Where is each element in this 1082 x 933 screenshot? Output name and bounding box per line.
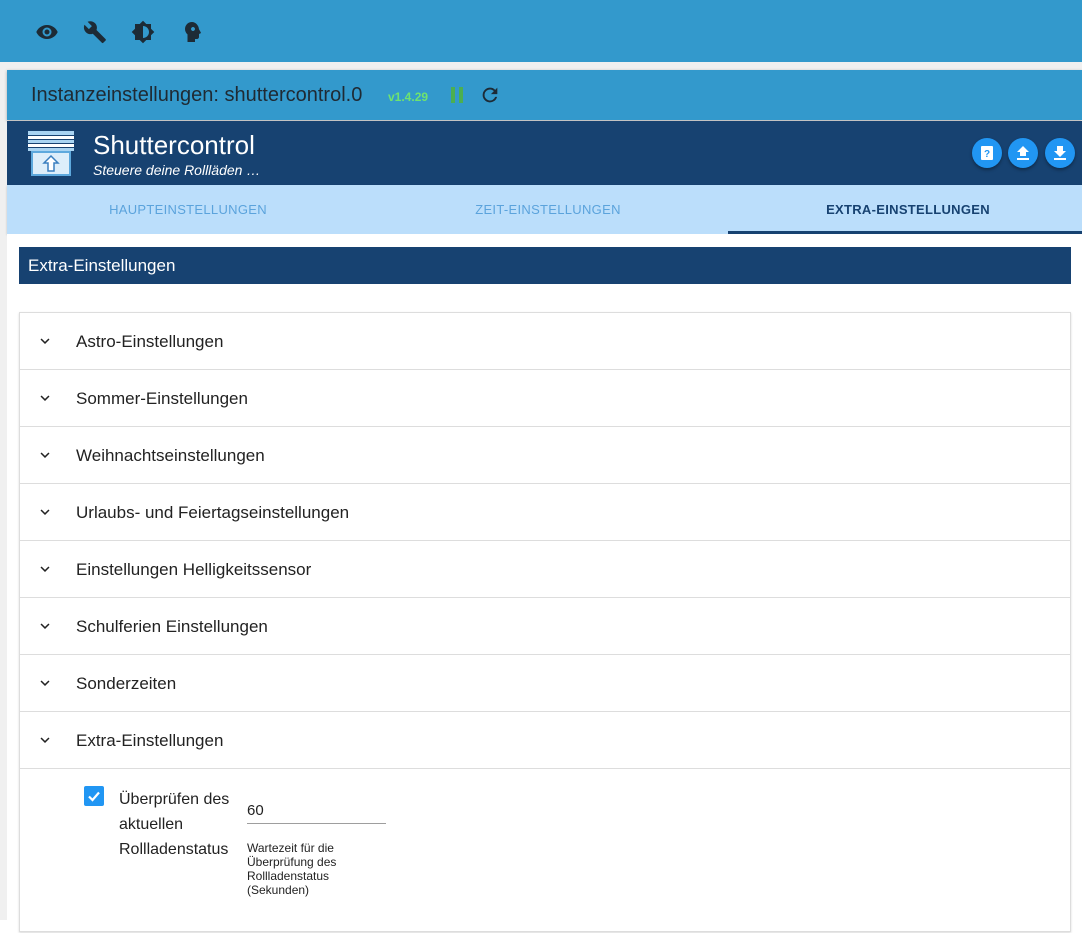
shutter-logo-icon bbox=[27, 129, 75, 177]
checkmark-icon bbox=[88, 791, 100, 802]
section-title: Extra-Einstellungen bbox=[19, 247, 1071, 284]
chevron-down-icon bbox=[40, 509, 50, 515]
accordion-item-weihnachten[interactable]: Weihnachtseinstellungen bbox=[20, 427, 1070, 484]
chevron-down-icon bbox=[40, 395, 50, 401]
settings-tabs: HAUPTEINSTELLUNGEN ZEIT-EINSTELLUNGEN EX… bbox=[7, 185, 1082, 234]
accordion-item-helligkeit[interactable]: Einstellungen Helligkeitssensor bbox=[20, 541, 1070, 598]
accordion-item-schulferien[interactable]: Schulferien Einstellungen bbox=[20, 598, 1070, 655]
brightness-icon[interactable] bbox=[130, 19, 156, 45]
accordion-label: Astro-Einstellungen bbox=[76, 332, 224, 351]
accordion-item-sonderzeiten[interactable]: Sonderzeiten bbox=[20, 655, 1070, 712]
upload-button[interactable] bbox=[1008, 138, 1038, 168]
instance-bar: Instanzeinstellungen: shuttercontrol.0 v… bbox=[7, 70, 1082, 120]
instance-title: Instanzeinstellungen: shuttercontrol.0 bbox=[31, 84, 363, 106]
accordion-item-urlaub[interactable]: Urlaubs- und Feiertagseinstellungen bbox=[20, 484, 1070, 541]
accordion-label: Weihnachtseinstellungen bbox=[76, 446, 265, 465]
accordion-body-extra: Überprüfen des aktuellen Rollladenstatus… bbox=[20, 769, 1070, 933]
accordion-label: Urlaubs- und Feiertagseinstellungen bbox=[76, 503, 350, 522]
checkbox-label: Überprüfen des aktuellen Rollladenstatus bbox=[119, 791, 230, 858]
tab-content: Extra-Einstellungen Astro-Einstellungen … bbox=[7, 234, 1082, 932]
adapter-description: Steuere deine Rollläden … bbox=[93, 162, 261, 178]
accordion-label: Extra-Einstellungen bbox=[76, 731, 224, 750]
wrench-icon[interactable] bbox=[82, 19, 108, 45]
tab-zeit-einstellungen[interactable]: ZEIT-EINSTELLUNGEN bbox=[367, 185, 729, 234]
chevron-down-icon bbox=[40, 623, 50, 629]
wait-time-help: Wartezeit für die Überprüfung des Rollla… bbox=[247, 841, 337, 897]
adapter-header: Shuttercontrol Steuere deine Rollläden …… bbox=[7, 121, 1082, 185]
chevron-down-icon bbox=[40, 452, 50, 458]
reload-button[interactable] bbox=[479, 84, 501, 106]
chevron-down-icon bbox=[40, 338, 50, 344]
accordion-label: Schulferien Einstellungen bbox=[76, 617, 268, 636]
adapter-name: Shuttercontrol bbox=[93, 130, 255, 160]
top-toolbar bbox=[0, 0, 1082, 62]
chevron-down-icon bbox=[40, 566, 50, 572]
accordion-label: Sommer-Einstellungen bbox=[76, 389, 248, 408]
pause-button[interactable] bbox=[449, 86, 465, 104]
accordion-item-sommer[interactable]: Sommer-Einstellungen bbox=[20, 370, 1070, 427]
tab-extra-einstellungen[interactable]: EXTRA-EINSTELLUNGEN bbox=[727, 185, 1082, 234]
accordion-item-astro[interactable]: Astro-Einstellungen bbox=[20, 313, 1070, 370]
eye-icon[interactable] bbox=[34, 19, 60, 45]
help-icon: ? bbox=[981, 146, 993, 160]
accordion-label: Sonderzeiten bbox=[76, 674, 177, 693]
download-icon bbox=[1054, 146, 1066, 160]
reload-icon bbox=[482, 87, 498, 103]
head-icon[interactable] bbox=[178, 19, 204, 45]
pause-icon bbox=[451, 87, 463, 103]
chevron-down-icon bbox=[40, 680, 50, 686]
instance-version: v1.4.29 bbox=[388, 90, 429, 104]
settings-accordion: Astro-Einstellungen Sommer-Einstellungen… bbox=[19, 312, 1071, 932]
wait-time-input[interactable] bbox=[247, 797, 386, 824]
download-button[interactable] bbox=[1045, 138, 1075, 168]
accordion-label: Einstellungen Helligkeitssensor bbox=[76, 560, 312, 579]
upload-icon bbox=[1017, 146, 1029, 160]
tab-haupteinstellungen[interactable]: HAUPTEINSTELLUNGEN bbox=[7, 185, 369, 234]
svg-text:?: ? bbox=[984, 149, 990, 160]
chevron-down-icon bbox=[40, 737, 50, 743]
accordion-item-extra[interactable]: Extra-Einstellungen bbox=[20, 712, 1070, 769]
check-shutter-status-checkbox[interactable] bbox=[84, 786, 104, 806]
help-button[interactable]: ? bbox=[972, 138, 1002, 168]
